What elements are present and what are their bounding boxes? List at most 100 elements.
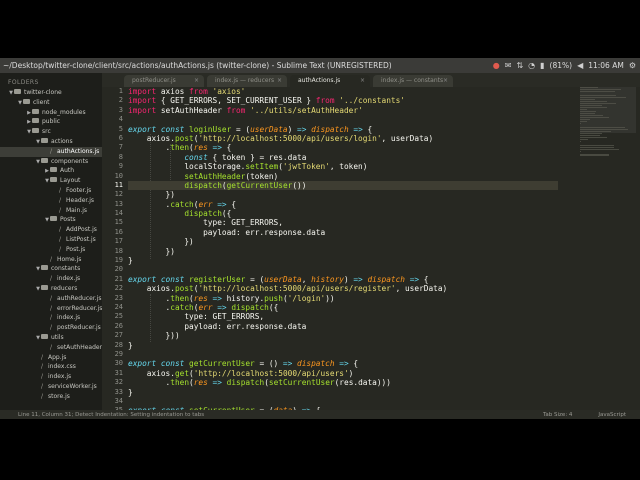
sidebar-file[interactable]: / Main.js xyxy=(0,206,102,216)
tab-label: authActions.js xyxy=(298,77,341,84)
folder-icon xyxy=(50,216,57,222)
code-line[interactable]: localStorage.setItem('jwtToken', token) xyxy=(128,162,558,171)
settings-icon[interactable]: ⚙ xyxy=(629,61,636,70)
code-line[interactable]: dispatch(getCurrentUser()) xyxy=(128,180,558,191)
network-icon[interactable]: ⇅ xyxy=(516,61,523,70)
code-token: getCurrentUser xyxy=(226,180,293,190)
code-line[interactable] xyxy=(128,397,558,406)
file-icon: / xyxy=(59,226,62,234)
code-line[interactable]: export const registerUser = (userData, h… xyxy=(128,275,558,284)
sidebar-file[interactable]: / index.css xyxy=(0,362,102,372)
screen: ~/Desktop/twitter-clone/client/src/actio… xyxy=(0,0,640,480)
sidebar-folder[interactable]: ▶ Auth xyxy=(0,166,102,176)
sidebar-file[interactable]: / index.js xyxy=(0,313,102,323)
code-line[interactable]: export const loginUser = (userData) => d… xyxy=(128,125,558,134)
editor-tab[interactable]: postReducer.js × xyxy=(124,75,204,87)
sidebar-file[interactable]: / store.js xyxy=(0,392,102,402)
sidebar-folder[interactable]: ▼ Posts xyxy=(0,215,102,225)
code-line[interactable]: .catch(err => { xyxy=(128,200,558,209)
code-line[interactable] xyxy=(128,115,558,124)
code-token: , userData) xyxy=(381,133,434,143)
code-line[interactable]: import { GET_ERRORS, SET_CURRENT_USER } … xyxy=(128,96,558,105)
code-line[interactable]: })) xyxy=(128,331,558,340)
code-line[interactable]: setAuthHeader(token) xyxy=(128,172,558,181)
code-line[interactable]: }) xyxy=(128,247,558,256)
code-line[interactable]: .then(res => dispatch(setCurrentUser(res… xyxy=(128,378,558,387)
code-line[interactable]: axios.post('http://localhost:5000/api/us… xyxy=(128,284,558,293)
sidebar-folder[interactable]: ▼ reducers xyxy=(0,284,102,294)
sidebar-item-label: postReducer.js xyxy=(57,324,101,332)
sidebar-file[interactable]: / AddPost.js xyxy=(0,225,102,235)
code-line[interactable]: } xyxy=(128,256,558,265)
sidebar-file[interactable]: / postReducer.js xyxy=(0,323,102,333)
record-icon[interactable]: ● xyxy=(493,61,500,70)
volume-icon[interactable]: ◀ xyxy=(577,61,583,70)
editor-tab[interactable]: index.js — constants × xyxy=(373,75,453,87)
sidebar-item-label: AddPost.js xyxy=(66,226,97,234)
code-editor[interactable]: 1 2 3 4 5 6 7 8 9 10 11 12 13 14 15 16 17 18 19 20 21 22 23 24 2… xyxy=(102,87,640,410)
sidebar-folder[interactable]: ▼ twitter-clone xyxy=(0,88,102,98)
sidebar-folder[interactable]: ▼ components xyxy=(0,157,102,167)
code-token: axios. xyxy=(128,284,175,294)
code-token: userData xyxy=(264,274,302,284)
sidebar-file[interactable]: / Header.js xyxy=(0,196,102,206)
syntax-selector[interactable]: JavaScript xyxy=(598,412,626,418)
code-line[interactable]: dispatch({ xyxy=(128,209,558,218)
editor-tab[interactable]: authActions.js × xyxy=(290,75,370,87)
editor-tab[interactable]: index.js — reducers × xyxy=(207,75,287,87)
sidebar-folder[interactable]: ▼ Layout xyxy=(0,176,102,186)
tab-size-selector[interactable]: Tab Size: 4 xyxy=(543,412,572,418)
code-token: res xyxy=(193,143,208,153)
battery-icon[interactable]: ▮ xyxy=(540,61,544,70)
code-line[interactable]: type: GET_ERRORS, xyxy=(128,312,558,321)
code-line[interactable]: } xyxy=(128,388,558,397)
sidebar-folder[interactable]: ▼ constants xyxy=(0,264,102,274)
code-line[interactable]: axios.post('http://localhost:5000/api/us… xyxy=(128,134,558,143)
sidebar-file[interactable]: / setAuthHeader.js xyxy=(0,343,102,353)
code-line[interactable]: .catch(err => dispatch({ xyxy=(128,303,558,312)
code-line[interactable]: import axios from 'axios' xyxy=(128,87,558,96)
code-line[interactable] xyxy=(128,265,558,274)
code-line[interactable]: axios.get('http://localhost:5000/api/use… xyxy=(128,369,558,378)
code-line[interactable]: import setAuthHeader from '../utils/setA… xyxy=(128,106,558,115)
clock[interactable]: 11:06 AM xyxy=(588,61,624,70)
code-line[interactable]: type: GET_ERRORS, xyxy=(128,218,558,227)
code-area[interactable]: import axios from 'axios' import { GET_ER… xyxy=(128,87,558,410)
close-icon[interactable]: × xyxy=(194,75,199,87)
sidebar-file[interactable]: / Post.js xyxy=(0,245,102,255)
code-line[interactable]: }) xyxy=(128,190,558,199)
sidebar-file[interactable]: / Footer.js xyxy=(0,186,102,196)
sidebar-folder[interactable]: ▼ src xyxy=(0,127,102,137)
code-line[interactable]: }) xyxy=(128,237,558,246)
minimap[interactable] xyxy=(580,87,636,410)
close-icon[interactable]: × xyxy=(443,75,448,87)
sidebar-file[interactable]: / Home.js xyxy=(0,255,102,265)
sidebar-folder[interactable]: ▶ public xyxy=(0,117,102,127)
sidebar-folder[interactable]: ▶ node_modules xyxy=(0,108,102,118)
wifi-icon[interactable]: ◔ xyxy=(528,61,535,70)
close-icon[interactable]: × xyxy=(360,75,365,87)
code-line[interactable]: payload: err.response.data xyxy=(128,228,558,237)
folder-icon xyxy=(32,108,39,114)
sidebar-folder[interactable]: ▼ actions xyxy=(0,137,102,147)
sidebar-file[interactable]: / index.js xyxy=(0,372,102,382)
sidebar-file[interactable]: / authReducer.js xyxy=(0,294,102,304)
sidebar-file[interactable]: / index.js xyxy=(0,274,102,284)
sidebar-folder[interactable]: ▼ client xyxy=(0,98,102,108)
code-line[interactable]: .then(res => { xyxy=(128,143,558,152)
code-line[interactable]: } xyxy=(128,341,558,350)
sidebar-file[interactable]: / serviceWorker.js xyxy=(0,382,102,392)
code-line[interactable]: const { token } = res.data xyxy=(128,153,558,162)
code-line[interactable]: export const getCurrentUser = () => disp… xyxy=(128,359,558,368)
mail-icon[interactable]: ✉ xyxy=(505,61,512,70)
close-icon[interactable]: × xyxy=(277,75,282,87)
sidebar-folder[interactable]: ▼ utils xyxy=(0,333,102,343)
code-line[interactable]: .then(res => history.push('/login')) xyxy=(128,294,558,303)
line-number: 23 xyxy=(114,293,123,302)
sidebar-file[interactable]: / authActions.js xyxy=(0,146,102,157)
code-line[interactable] xyxy=(128,350,558,359)
sidebar-file[interactable]: / ListPost.js xyxy=(0,235,102,245)
sidebar-file[interactable]: / App.js xyxy=(0,353,102,363)
sidebar-file[interactable]: / errorReducer.js xyxy=(0,304,102,314)
code-line[interactable]: payload: err.response.data xyxy=(128,322,558,331)
